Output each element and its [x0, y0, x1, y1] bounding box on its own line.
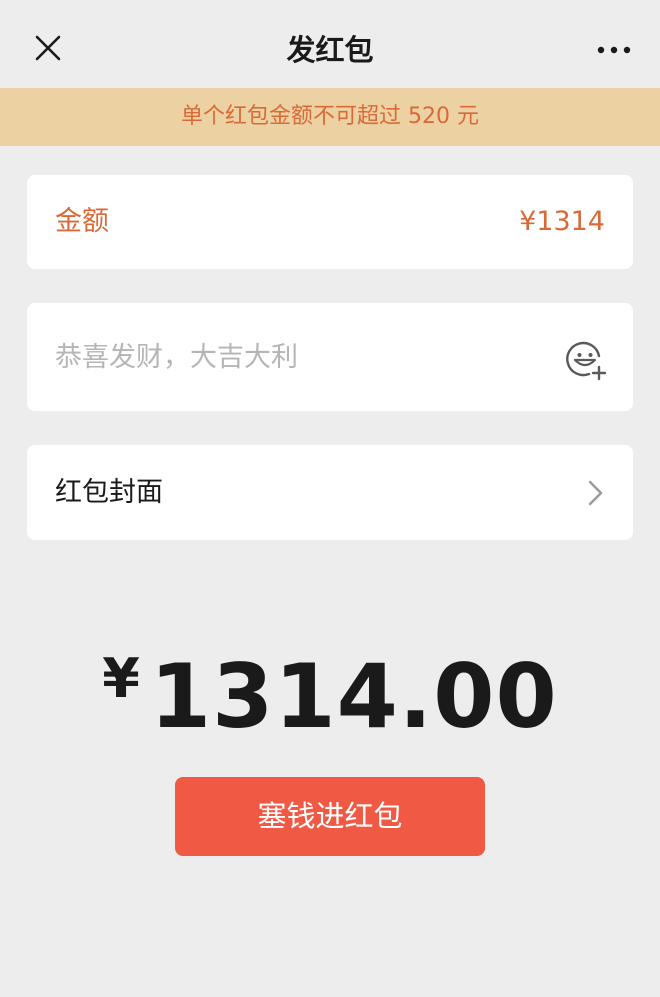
more-icon	[597, 46, 631, 54]
total-amount: ¥1314.00	[0, 645, 660, 748]
nav-bar: 发红包	[0, 0, 660, 88]
amount-value[interactable]: ¥1314	[519, 175, 605, 269]
cover-label: 红包封面	[55, 477, 163, 508]
greeting-card	[27, 303, 633, 411]
cover-card[interactable]: 红包封面	[27, 445, 633, 540]
emoji-add-icon[interactable]	[565, 339, 607, 381]
greeting-input[interactable]	[55, 303, 535, 411]
limit-notice-banner: 单个红包金额不可超过 520 元	[0, 88, 660, 146]
more-button[interactable]	[594, 30, 634, 70]
chevron-right-icon	[588, 480, 603, 506]
submit-button[interactable]: 塞钱进红包	[175, 777, 485, 856]
amount-label: 金额	[55, 206, 109, 237]
amount-card[interactable]: 金额 ¥1314	[27, 175, 633, 269]
total-currency: ¥	[102, 647, 140, 710]
page-title: 发红包	[286, 33, 374, 67]
total-value: 1314.00	[149, 645, 558, 748]
